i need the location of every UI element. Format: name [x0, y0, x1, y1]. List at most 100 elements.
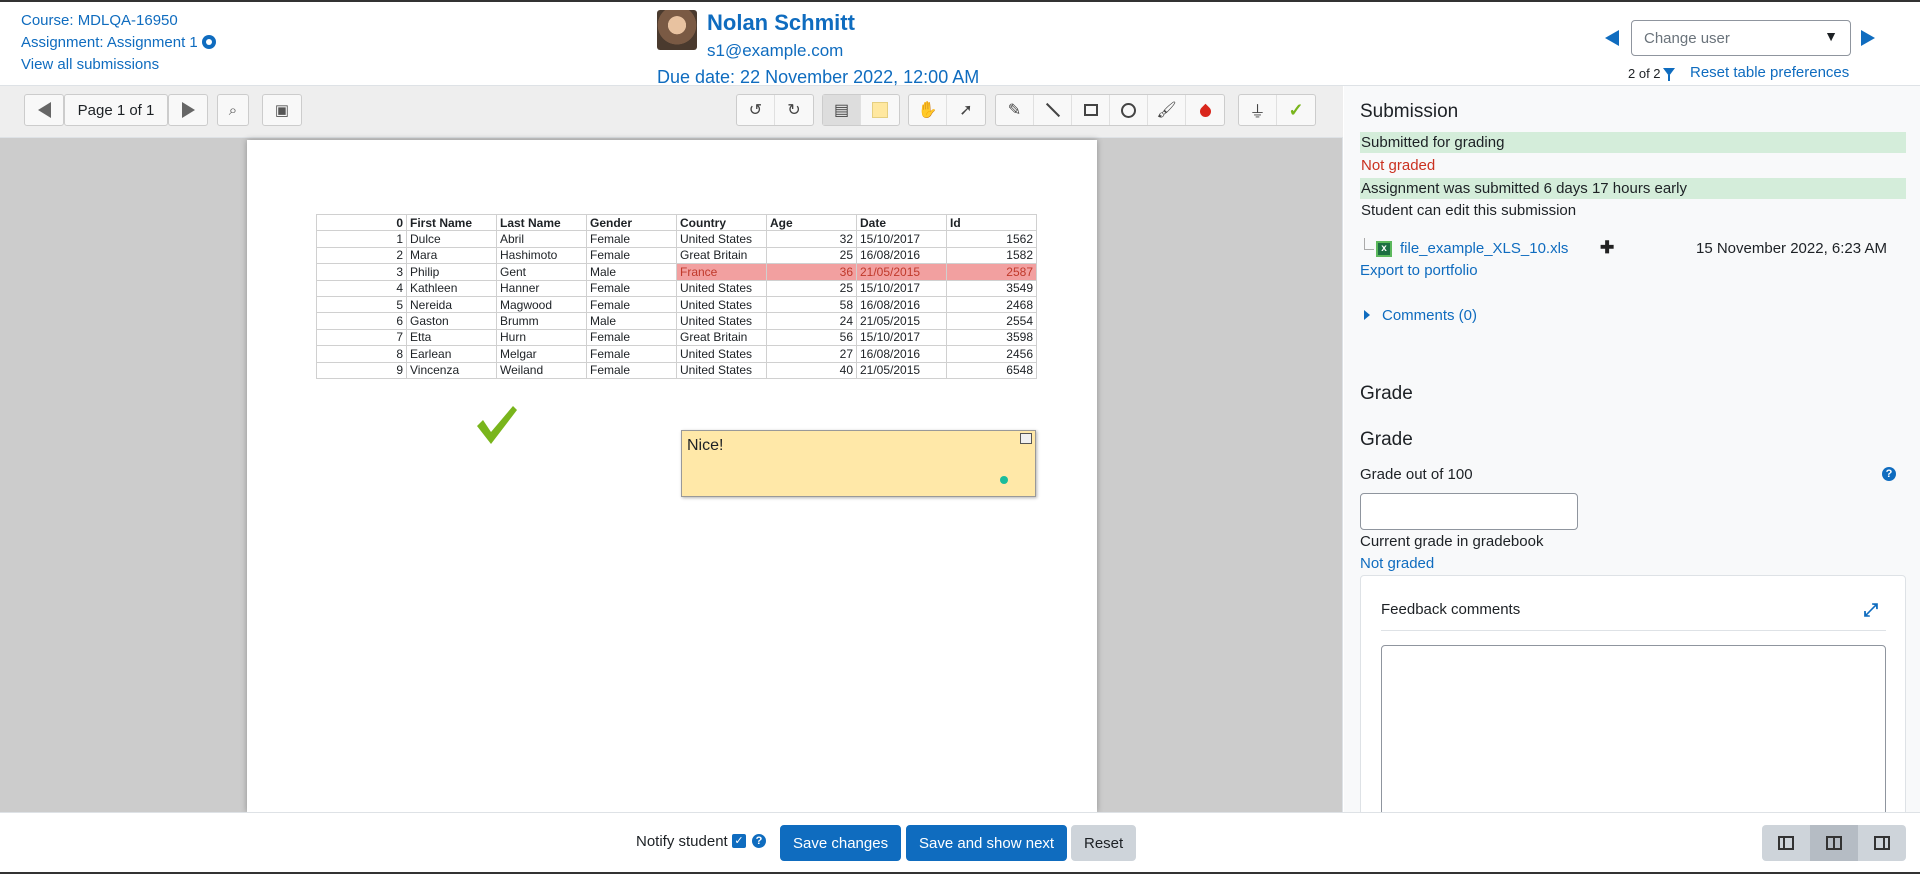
- table-cell: 58: [766, 295, 857, 314]
- tree-line: [1364, 238, 1374, 250]
- table-cell: 2456: [946, 345, 1037, 363]
- oval-icon[interactable]: [1110, 95, 1148, 125]
- notify-student-checkbox[interactable]: ✓: [732, 834, 746, 848]
- feedback-comments-card: Feedback comments ⤢: [1360, 575, 1906, 812]
- reset-table-preferences-link[interactable]: Reset table preferences: [1690, 64, 1849, 81]
- expand-comments-button[interactable]: ▣: [262, 94, 302, 126]
- change-user-placeholder: Change user: [1644, 30, 1730, 47]
- table-cell: Vincenza: [406, 361, 497, 379]
- stamp-icon[interactable]: ⏚: [1239, 95, 1277, 125]
- grade-subsection-title: Grade: [1360, 429, 1413, 450]
- comments-label: Comments (0): [1382, 307, 1478, 324]
- table-header-cell: First Name: [406, 213, 497, 232]
- table-row: 8 Earlean Melgar Female United States 27 16/08…: [316, 345, 1037, 363]
- spreadsheet-file-icon: x: [1376, 241, 1392, 257]
- draw-tools-group: ✎ 🖌: [995, 94, 1225, 126]
- table-cell: Mara: [406, 246, 497, 265]
- comment-color-icon[interactable]: [861, 95, 899, 125]
- table-cell: 21/05/2015: [856, 361, 947, 379]
- chevron-right-icon: [181, 102, 195, 118]
- help-icon[interactable]: ?: [752, 834, 766, 848]
- table-cell: 9: [316, 361, 407, 379]
- table-cell: Female: [586, 345, 677, 363]
- time-remaining-status: Assignment was submitted 6 days 17 hours…: [1360, 178, 1906, 199]
- view-all-submissions-link[interactable]: View all submissions: [21, 56, 159, 73]
- next-page-button[interactable]: [168, 94, 208, 126]
- previous-page-button[interactable]: [24, 94, 64, 126]
- feedback-comments-editor[interactable]: [1381, 645, 1886, 812]
- chevron-left-icon: [37, 102, 51, 118]
- table-row: 2 Mara Hashimoto Female Great Britain 25 16/08…: [316, 246, 1037, 265]
- checkmark-stamp-icon[interactable]: ✓: [1277, 95, 1315, 125]
- table-cell: Philip: [406, 263, 497, 281]
- spreadsheet-table: 0 First Name Last Name Gender Country Age Date…: [316, 213, 1037, 379]
- table-cell: Kathleen: [406, 279, 497, 297]
- table-body: 1 Dulce Abril Female United States 32 15/10/20…: [316, 230, 1037, 379]
- page-label: Page 1 of 1: [77, 101, 155, 119]
- table-cell: 32: [766, 230, 857, 248]
- table-cell: 8: [316, 345, 407, 363]
- table-cell: 1582: [946, 246, 1037, 265]
- line-icon[interactable]: [1034, 95, 1072, 125]
- annotation-comment[interactable]: Nice!: [681, 430, 1036, 497]
- next-user-icon[interactable]: [1861, 30, 1875, 46]
- current-grade-link[interactable]: Not graded: [1360, 555, 1434, 572]
- table-cell: 40: [766, 361, 857, 379]
- course-link[interactable]: Course: MDLQA-16950: [21, 12, 178, 29]
- collapse-review-panel-button[interactable]: [1858, 825, 1906, 861]
- pan-hand-icon[interactable]: ✋: [909, 95, 947, 125]
- expand-icon[interactable]: ⤢: [1863, 601, 1879, 619]
- filter-icon[interactable]: [1663, 68, 1675, 81]
- notify-student-label: Notify student: [636, 833, 728, 850]
- pdf-toolbar: Page 1 of 1 ⌕ ▣ ↺ ↻ ▤ ✋ ➚ ✎ 🖌 ⏚ ✓: [0, 86, 1343, 138]
- comment-marker-icon: [1000, 476, 1008, 484]
- previous-user-icon[interactable]: [1605, 30, 1619, 46]
- save-and-show-next-button[interactable]: Save and show next: [906, 825, 1068, 861]
- change-user-select[interactable]: Change user ▼: [1631, 20, 1851, 56]
- save-changes-button[interactable]: Save changes: [780, 825, 902, 861]
- table-cell: Dulce: [406, 230, 497, 248]
- table-cell: 36: [766, 263, 857, 281]
- checkmark-stamp-icon[interactable]: [475, 402, 519, 446]
- select-pointer-icon[interactable]: ➚: [947, 95, 985, 125]
- table-cell: United States: [676, 312, 767, 330]
- reset-button[interactable]: Reset: [1071, 825, 1137, 861]
- submitted-file-link[interactable]: file_example_XLS_10.xls: [1400, 240, 1568, 257]
- page-select[interactable]: Page 1 of 1: [64, 94, 168, 126]
- table-cell: Great Britain: [676, 246, 767, 265]
- table-cell: Male: [586, 312, 677, 330]
- rotate-left-icon[interactable]: ↺: [737, 95, 775, 125]
- user-count: 2 of 2: [1628, 66, 1661, 81]
- avatar[interactable]: [657, 10, 697, 50]
- grade-input[interactable]: [1360, 493, 1578, 530]
- table-cell: 2554: [946, 312, 1037, 330]
- table-cell: United States: [676, 230, 767, 248]
- table-cell: Hurn: [496, 328, 587, 347]
- edit-status: Student can edit this submission: [1361, 202, 1577, 219]
- table-cell: Female: [586, 279, 677, 297]
- comments-toggle[interactable]: Comments (0): [1364, 307, 1477, 324]
- gear-icon[interactable]: [201, 35, 216, 49]
- help-icon[interactable]: ?: [1882, 467, 1896, 481]
- collapse-grade-panel-button[interactable]: [1762, 825, 1810, 861]
- rectangle-icon[interactable]: [1072, 95, 1110, 125]
- table-cell: Female: [586, 295, 677, 314]
- pdf-page[interactable]: 0 First Name Last Name Gender Country Age Date…: [247, 140, 1097, 812]
- due-date: Due date: 22 November 2022, 12:00 AM: [657, 67, 980, 87]
- table-cell: Brumm: [496, 312, 587, 330]
- search-comments-button[interactable]: ⌕: [217, 94, 249, 126]
- rotate-group: ↺ ↻: [736, 94, 814, 126]
- default-layout-button[interactable]: [1810, 825, 1858, 861]
- highlighter-icon[interactable]: 🖌: [1148, 95, 1186, 125]
- assignment-link[interactable]: Assignment: Assignment 1: [21, 34, 198, 51]
- pen-icon[interactable]: ✎: [996, 95, 1034, 125]
- export-to-portfolio-link[interactable]: Export to portfolio: [1360, 262, 1478, 279]
- color-drop-icon[interactable]: [1186, 95, 1224, 125]
- comment-menu-icon[interactable]: [1020, 433, 1032, 444]
- rotate-right-icon[interactable]: ↻: [775, 95, 813, 125]
- user-email[interactable]: s1@example.com: [707, 41, 843, 61]
- plus-icon[interactable]: ✚: [1600, 238, 1614, 258]
- layout-right-icon: [1874, 836, 1890, 850]
- user-name[interactable]: Nolan Schmitt: [707, 10, 855, 36]
- comment-tool-icon[interactable]: ▤: [823, 95, 861, 125]
